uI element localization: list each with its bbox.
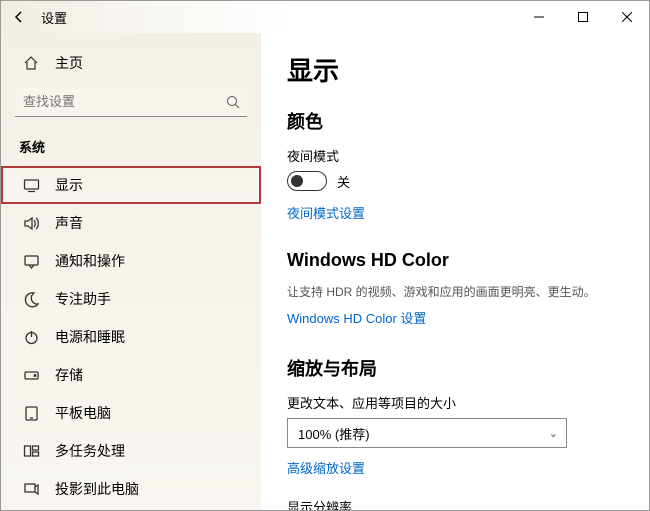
tablet-icon [23, 405, 45, 422]
resolution-label: 显示分辨率 [287, 497, 621, 510]
section-scale-heading: 缩放与布局 [287, 355, 621, 381]
home-button[interactable]: 主页 [1, 47, 261, 83]
sidebar-item-storage[interactable]: 存储 [1, 356, 261, 394]
sidebar: 主页 系统 显示 声音 通知和操作 专注助手 电源和睡眠 [1, 33, 261, 510]
maximize-button[interactable] [561, 1, 605, 33]
night-mode-state: 关 [337, 172, 350, 191]
night-mode-toggle-row: 关 [287, 171, 621, 191]
monitor-icon [23, 177, 45, 194]
scale-label: 更改文本、应用等项目的大小 [287, 393, 621, 412]
home-icon [23, 55, 45, 71]
sidebar-item-sound[interactable]: 声音 [1, 204, 261, 242]
night-mode-settings-link[interactable]: 夜间模式设置 [287, 203, 365, 222]
back-arrow-icon [12, 10, 26, 24]
night-mode-label: 夜间模式 [287, 146, 621, 165]
titlebar: 设置 [1, 1, 649, 33]
home-label: 主页 [55, 53, 83, 73]
sidebar-item-label: 投影到此电脑 [55, 479, 139, 499]
sidebar-item-label: 电源和睡眠 [55, 327, 125, 347]
sidebar-item-focus[interactable]: 专注助手 [1, 280, 261, 318]
sidebar-item-display[interactable]: 显示 [1, 166, 261, 204]
scale-dropdown[interactable]: 100% (推荐) ⌄ [287, 418, 567, 448]
hd-description: 让支持 HDR 的视频、游戏和应用的画面更明亮、更生动。 [287, 283, 621, 302]
section-color-heading: 颜色 [287, 108, 621, 134]
window-title: 设置 [37, 8, 67, 27]
window-controls [517, 1, 649, 33]
multitask-icon [23, 443, 45, 460]
search-field-wrap [15, 87, 247, 117]
speaker-icon [23, 215, 45, 232]
sidebar-item-power[interactable]: 电源和睡眠 [1, 318, 261, 356]
sidebar-section-title: 系统 [1, 131, 261, 166]
sidebar-item-multitask[interactable]: 多任务处理 [1, 432, 261, 470]
sidebar-item-label: 声音 [55, 213, 83, 233]
sidebar-item-label: 专注助手 [55, 289, 111, 309]
maximize-icon [578, 12, 588, 22]
section-hd-heading: Windows HD Color [287, 250, 621, 271]
power-icon [23, 329, 45, 346]
chevron-down-icon: ⌄ [549, 427, 558, 440]
sidebar-item-project[interactable]: 投影到此电脑 [1, 470, 261, 508]
sidebar-item-notifications[interactable]: 通知和操作 [1, 242, 261, 280]
close-button[interactable] [605, 1, 649, 33]
sidebar-item-label: 平板电脑 [55, 403, 111, 423]
moon-icon [23, 291, 45, 308]
minimize-icon [534, 12, 544, 22]
sidebar-item-label: 通知和操作 [55, 251, 125, 271]
close-icon [622, 12, 632, 22]
sidebar-item-label: 显示 [55, 175, 83, 195]
night-mode-toggle[interactable] [287, 171, 327, 191]
back-button[interactable] [1, 1, 37, 33]
sidebar-item-label: 多任务处理 [55, 441, 125, 461]
project-icon [23, 481, 45, 498]
hd-color-settings-link[interactable]: Windows HD Color 设置 [287, 308, 426, 327]
main-panel: 显示 颜色 夜间模式 关 夜间模式设置 Windows HD Color 让支持… [261, 33, 649, 510]
search-input[interactable] [15, 87, 247, 117]
notify-icon [23, 253, 45, 270]
scale-value: 100% (推荐) [298, 424, 370, 443]
search-icon [225, 94, 241, 110]
drive-icon [23, 367, 45, 384]
sidebar-item-tablet[interactable]: 平板电脑 [1, 394, 261, 432]
page-title: 显示 [287, 51, 621, 88]
sidebar-item-label: 存储 [55, 365, 83, 385]
minimize-button[interactable] [517, 1, 561, 33]
advanced-scale-link[interactable]: 高级缩放设置 [287, 458, 365, 477]
